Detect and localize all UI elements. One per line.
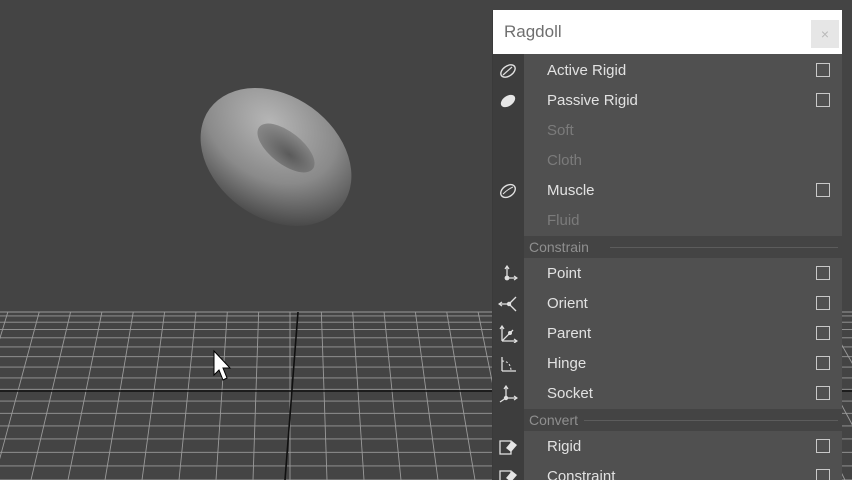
option-box[interactable]: [816, 63, 830, 77]
section-title: Constrain: [529, 239, 589, 255]
close-icon: ×: [820, 26, 830, 42]
section-title: Convert: [529, 412, 579, 428]
menu-item-cloth: Cloth: [493, 146, 842, 176]
option-box[interactable]: [816, 356, 830, 370]
menu-item-soft: Soft: [493, 116, 842, 146]
orient-constraint-icon: [497, 294, 519, 314]
menu-item-fluid: Fluid: [493, 206, 842, 236]
torus-object[interactable]: [174, 59, 378, 254]
active-rigid-icon: [497, 61, 519, 81]
menu-item-label: Hinge: [547, 355, 587, 372]
menu-item-label: Parent: [547, 325, 592, 342]
menu-item-hinge[interactable]: Hinge: [493, 349, 842, 379]
menu-item-label: Soft: [547, 122, 574, 139]
passive-rigid-icon: [497, 91, 519, 111]
menu-item-point[interactable]: Point: [493, 259, 842, 289]
section-header-constrain: Constrain: [524, 236, 842, 258]
menu-item-convert-rigid[interactable]: Rigid: [493, 432, 842, 462]
menu-item-passive-rigid[interactable]: Passive Rigid: [493, 86, 842, 116]
muscle-icon: [497, 181, 519, 201]
option-box[interactable]: [816, 296, 830, 310]
menu-item-label: Rigid: [547, 438, 582, 455]
menu-item-label: Fluid: [547, 212, 580, 229]
hinge-constraint-icon: [497, 354, 519, 374]
menu-title: Ragdoll: [504, 22, 562, 41]
menu-item-label: Active Rigid: [547, 62, 627, 79]
menu-item-label: Passive Rigid: [547, 92, 638, 109]
menu-item-label: Constraint: [547, 468, 616, 480]
mouse-cursor-icon: [213, 349, 232, 381]
menu-item-muscle[interactable]: Muscle: [493, 176, 842, 206]
menu-item-label: Muscle: [547, 182, 595, 199]
section-header-convert: Convert: [524, 409, 842, 431]
menu-item-parent[interactable]: Parent: [493, 319, 842, 349]
socket-constraint-icon: [497, 384, 519, 404]
menu-item-active-rigid[interactable]: Active Rigid: [493, 56, 842, 86]
menu-item-label: Socket: [547, 385, 593, 402]
menu-item-convert-constraint[interactable]: Constraint: [493, 462, 842, 480]
parent-constraint-icon: [497, 324, 519, 344]
close-button[interactable]: ×: [811, 20, 839, 48]
option-box[interactable]: [816, 266, 830, 280]
option-box[interactable]: [816, 93, 830, 107]
menu-item-socket[interactable]: Socket: [493, 379, 842, 409]
option-box[interactable]: [816, 439, 830, 453]
menu-title-bar[interactable]: Ragdoll ×: [493, 10, 842, 54]
menu-item-orient[interactable]: Orient: [493, 289, 842, 319]
convert-constraint-icon: [497, 467, 519, 480]
option-box[interactable]: [816, 386, 830, 400]
menu-item-label: Orient: [547, 295, 588, 312]
section-divider: [584, 420, 838, 421]
menu-item-label: Point: [547, 265, 582, 282]
menu-item-label: Cloth: [547, 152, 583, 169]
point-constraint-icon: [497, 264, 519, 284]
section-divider: [610, 247, 838, 248]
option-box[interactable]: [816, 183, 830, 197]
option-box[interactable]: [816, 326, 830, 340]
ragdoll-menu: Ragdoll × Active Rigid Passive Rigid Sof…: [493, 10, 842, 480]
option-box[interactable]: [816, 469, 830, 480]
convert-rigid-icon: [497, 437, 519, 457]
